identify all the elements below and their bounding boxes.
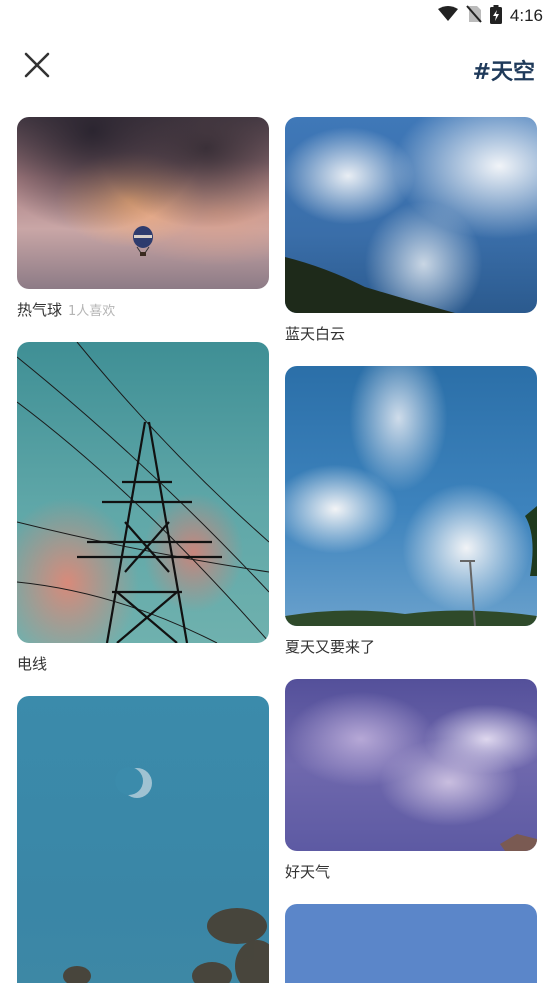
photo-card[interactable]	[285, 904, 537, 983]
wifi-icon	[437, 6, 458, 26]
close-button[interactable]	[18, 48, 56, 86]
photo-caption: 热气球 1人喜欢	[17, 299, 269, 320]
page-title: #天空	[472, 60, 535, 85]
feed-column-left: 热气球 1人喜欢 电线	[17, 117, 269, 983]
photo-card[interactable]: 电线	[17, 342, 269, 674]
caption-text: 好天气	[285, 863, 331, 881]
photo-caption: 好天气	[285, 861, 537, 882]
caption-text: 电线	[17, 655, 48, 673]
close-icon	[23, 51, 51, 83]
top-bar: #天空	[0, 40, 553, 100]
photo-card[interactable]	[17, 696, 269, 983]
photo-hot-air-balloon[interactable]	[17, 117, 269, 289]
status-time: 4:16	[509, 6, 543, 25]
photo-blue-partial[interactable]	[285, 904, 537, 983]
photo-power-line[interactable]	[17, 342, 269, 643]
feed-column-right: 蓝天白云 夏天又要来了 好天气	[285, 117, 537, 983]
photo-card[interactable]: 好天气	[285, 679, 537, 882]
battery-charging-icon	[489, 4, 502, 28]
caption-text: 蓝天白云	[285, 325, 346, 343]
photo-caption: 夏天又要来了	[285, 636, 537, 657]
photo-card[interactable]: 热气球 1人喜欢	[17, 117, 269, 320]
caption-text: 热气球	[17, 301, 63, 319]
status-icons: 4:16	[437, 4, 543, 28]
caption-text: 夏天又要来了	[285, 638, 376, 656]
no-sim-icon	[466, 5, 482, 27]
photo-moon-sky[interactable]	[17, 696, 269, 983]
photo-caption: 电线	[17, 653, 269, 674]
photo-card[interactable]: 蓝天白云	[285, 117, 537, 344]
photo-card[interactable]: 夏天又要来了	[285, 366, 537, 657]
photo-blue-sky-clouds[interactable]	[285, 117, 537, 313]
photo-nice-weather[interactable]	[285, 679, 537, 851]
photo-caption: 蓝天白云	[285, 323, 537, 344]
likes-count: 1人喜欢	[68, 304, 116, 319]
photo-summer-sky[interactable]	[285, 366, 537, 626]
status-bar: 4:16	[0, 0, 553, 32]
